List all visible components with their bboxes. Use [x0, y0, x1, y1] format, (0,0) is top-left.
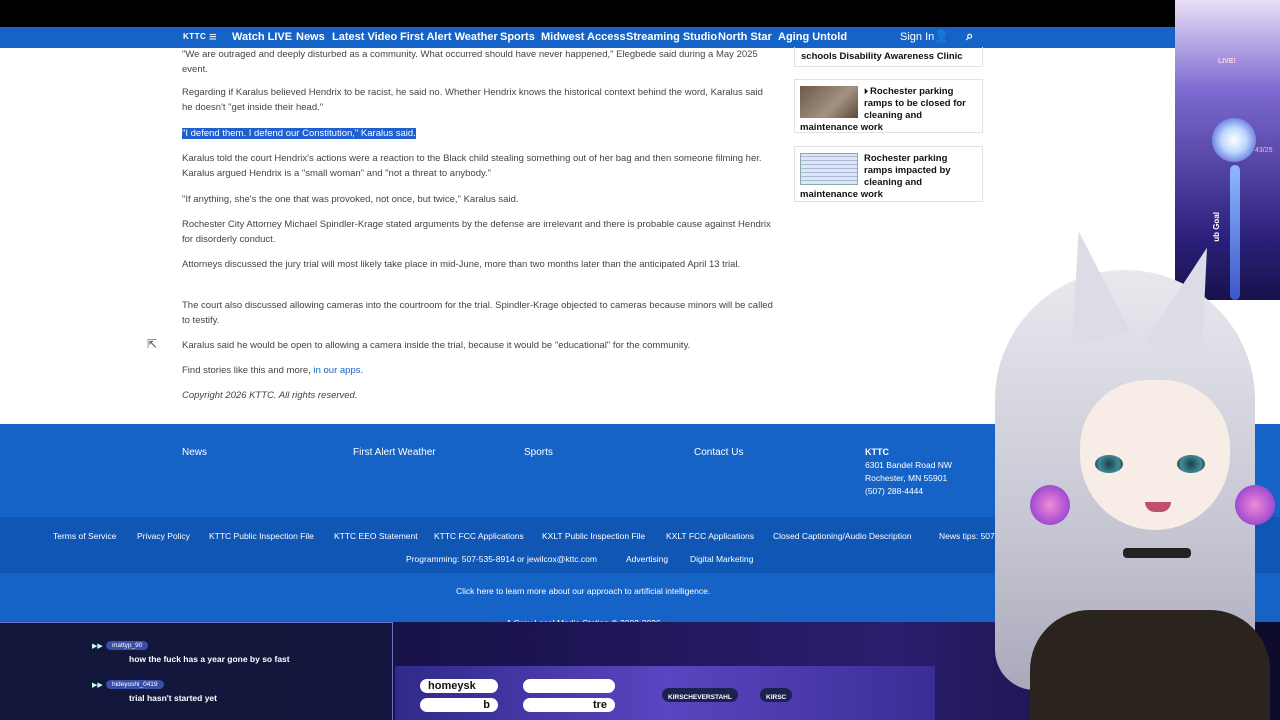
site-logo[interactable]: KTTC [183, 32, 206, 41]
chat-arrow-icon: ▶▶ [92, 682, 103, 689]
article-paragraph: Attorneys discussed the jury trial will … [182, 259, 741, 270]
social-handle-text: KIRSCHEVERSTAHL [668, 694, 732, 701]
browser-top-bar [0, 0, 1280, 27]
site-navbar: KTTC ≡ Watch LIVE News Latest Video Firs… [0, 27, 1280, 48]
legal-link[interactable]: Closed Captioning/Audio Description [773, 531, 911, 541]
menu-icon[interactable]: ≡ [209, 29, 217, 44]
article-paragraph: Karalus said he would be open to allowin… [182, 340, 691, 351]
find-stories-prefix: Find stories like this and more, [182, 365, 311, 376]
story-thumbnail[interactable] [800, 86, 858, 118]
legal-link[interactable]: KTTC Public Inspection File [209, 531, 314, 541]
selected-text[interactable]: "I defend them. I defend our Constitutio… [182, 128, 416, 139]
article-paragraph-highlighted: "I defend them. I defend our Constitutio… [182, 126, 774, 141]
goal-count: 43/25 [1255, 147, 1273, 154]
related-story-card[interactable]: ⏵ Rochester parking ramps to be closed fo… [794, 79, 983, 133]
nav-news[interactable]: News [296, 31, 325, 43]
legal-link[interactable]: KTTC FCC Applications [434, 531, 524, 541]
chat-username: hideyoshi_0419 [106, 680, 164, 689]
flower-icon [1030, 485, 1070, 525]
story-thumbnail[interactable] [800, 153, 858, 185]
related-story-card[interactable]: Rochester parking ramps impacted by clea… [794, 146, 983, 202]
nav-watch-live[interactable]: Watch LIVE [232, 31, 292, 43]
find-stories-suffix: . [360, 365, 364, 376]
station-phone[interactable]: (507) 288-4444 [865, 486, 923, 496]
article-paragraph: "If anything, she's the one that was pro… [182, 194, 519, 205]
related-story-title[interactable]: schools Disability Awareness Clinic [794, 47, 983, 67]
nav-sports[interactable]: Sports [500, 31, 535, 43]
legal-link[interactable]: Privacy Policy [137, 531, 190, 541]
article-paragraph: Rochester City Attorney Michael Spindler… [182, 219, 771, 245]
apps-link[interactable]: in our apps [313, 365, 360, 376]
flower-icon [1235, 485, 1275, 525]
chat-box: ▶▶ mattyp_90 how the fuck has a year gon… [0, 622, 393, 720]
footer-link-news[interactable]: News [182, 447, 207, 458]
marquee-pill: b [420, 698, 498, 712]
ai-note-link[interactable]: Click here to learn more about our appro… [456, 586, 710, 596]
goal-orb-icon [1212, 118, 1256, 162]
chat-arrow-icon: ▶▶ [92, 643, 103, 650]
nav-aging-untold[interactable]: Aging Untold [778, 31, 847, 43]
play-circle-icon: ⏵ [864, 87, 868, 96]
marquee-pill [523, 679, 615, 693]
chat-username: mattyp_90 [106, 641, 149, 650]
avatar-eye [1095, 455, 1123, 473]
station-name: KTTC [865, 447, 889, 457]
nav-streaming-studio[interactable]: Streaming Studio [626, 31, 717, 43]
legal-link[interactable]: Digital Marketing [690, 554, 753, 564]
social-handle: KIRSCHEVERSTAHL [662, 688, 738, 702]
user-icon[interactable]: 👤 [934, 29, 949, 43]
chat-message: trial hasn't started yet [129, 693, 217, 703]
footer-link-sports[interactable]: Sports [524, 447, 553, 458]
vtuber-avatar [935, 224, 1280, 720]
live-tag: LIVE! [1218, 58, 1236, 65]
sign-in-link[interactable]: Sign In [900, 31, 934, 43]
legal-link[interactable]: KXLT Public Inspection File [542, 531, 645, 541]
article-paragraph: Regarding if Karalus believed Hendrix to… [182, 87, 763, 113]
marquee-pill: tre [523, 698, 615, 712]
article-paragraph: The court also discussed allowing camera… [182, 300, 773, 326]
social-handle: KIRSC [760, 688, 793, 702]
chat-message: how the fuck has a year gone by so fast [129, 654, 290, 664]
avatar-eye [1177, 455, 1205, 473]
article-paragraph: "We are outraged and deeply disturbed as… [182, 49, 758, 75]
nav-north-star[interactable]: North Star [718, 31, 772, 43]
legal-link[interactable]: Programming: 507-535-8914 or jewilcox@kt… [406, 554, 597, 564]
footer-link-contact[interactable]: Contact Us [694, 447, 743, 458]
legal-link[interactable]: KTTC EEO Statement [334, 531, 418, 541]
article-paragraph: Karalus told the court Hendrix's actions… [182, 153, 762, 179]
social-handle-text: KIRSC [766, 694, 787, 701]
avatar-outfit [1030, 610, 1270, 720]
mouse-cursor-icon: ⇱ [147, 337, 158, 351]
legal-link[interactable]: KXLT FCC Applications [666, 531, 754, 541]
nav-first-alert-weather[interactable]: First Alert Weather [400, 31, 498, 43]
legal-link[interactable]: Terms of Service [53, 531, 116, 541]
search-icon[interactable]: ⌕ [966, 28, 973, 44]
copyright: Copyright 2026 KTTC. All rights reserved… [182, 390, 358, 401]
footer-link-weather[interactable]: First Alert Weather [353, 447, 436, 458]
marquee-pill: homeysk [420, 679, 498, 693]
find-stories: Find stories like this and more, in our … [182, 363, 774, 378]
avatar-choker [1123, 548, 1191, 558]
nav-midwest-access[interactable]: Midwest Access [541, 31, 626, 43]
nav-latest-video[interactable]: Latest Video [332, 31, 397, 43]
legal-link[interactable]: Advertising [626, 554, 668, 564]
